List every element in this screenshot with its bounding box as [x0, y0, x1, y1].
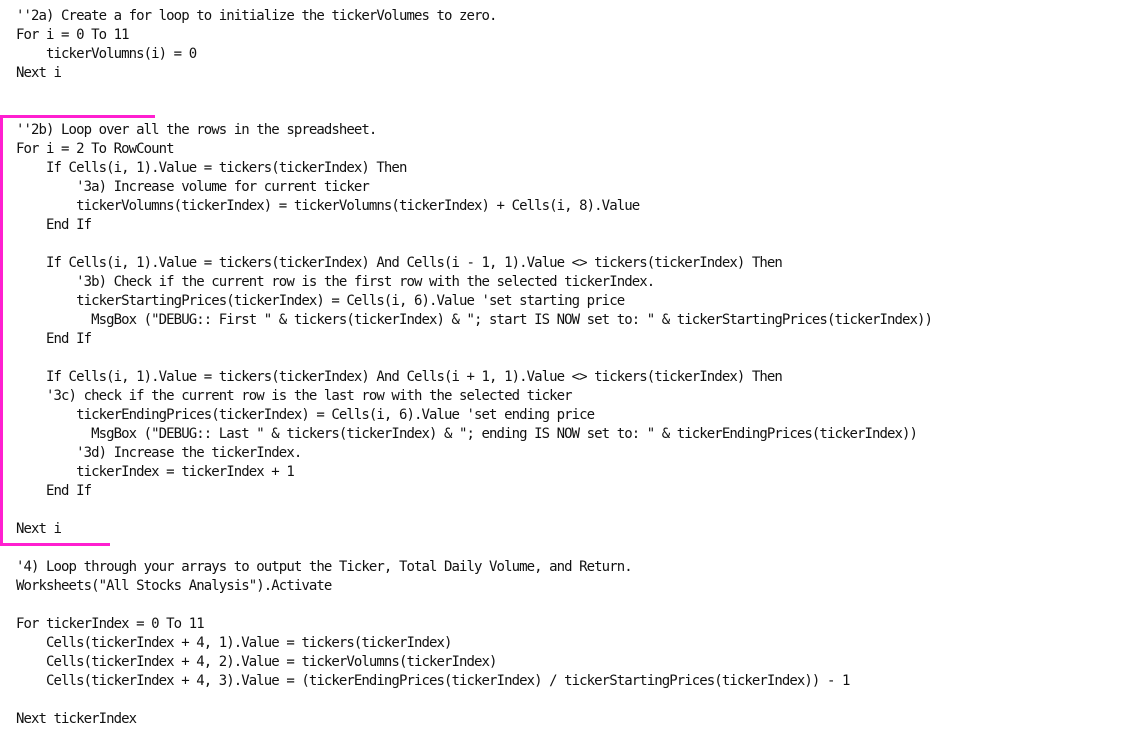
code-line: ''2b) Loop over all the rows in the spre… — [16, 122, 377, 138]
code-editor: ''2a) Create a for loop to initialize th… — [16, 7, 933, 729]
code-line: Next i — [16, 65, 62, 81]
code-line: Cells(tickerIndex + 4, 2).Value = ticker… — [16, 654, 497, 670]
code-line: Cells(tickerIndex + 4, 3).Value = (ticke… — [16, 673, 850, 689]
code-line: tickerStartingPrices(tickerIndex) = Cell… — [16, 293, 625, 309]
code-line: Next tickerIndex — [16, 711, 137, 727]
code-line: MsgBox ("DEBUG:: First " & tickers(ticke… — [16, 312, 933, 328]
code-line: End If — [16, 483, 92, 499]
code-line: MsgBox ("DEBUG:: Last " & tickers(ticker… — [16, 426, 918, 442]
code-line: If Cells(i, 1).Value = tickers(tickerInd… — [16, 160, 407, 176]
code-line: Cells(tickerIndex + 4, 1).Value = ticker… — [16, 635, 452, 651]
code-line: For tickerIndex = 0 To 11 — [16, 616, 205, 632]
code-line: ''2a) Create a for loop to initialize th… — [16, 8, 497, 24]
code-line: '4) Loop through your arrays to output t… — [16, 559, 633, 575]
code-line: '3c) check if the current row is the las… — [16, 388, 573, 404]
highlight-bracket-left — [0, 115, 3, 546]
code-line: End If — [16, 217, 92, 233]
code-line: Worksheets("All Stocks Analysis").Activa… — [16, 578, 332, 594]
code-line: '3a) Increase volume for current ticker — [16, 179, 370, 195]
code-line: If Cells(i, 1).Value = tickers(tickerInd… — [16, 369, 783, 385]
code-line: For i = 0 To 11 — [16, 27, 130, 43]
code-line: '3b) Check if the current row is the fir… — [16, 274, 655, 290]
code-line: tickerVolumns(i) = 0 — [16, 46, 197, 62]
code-line: tickerEndingPrices(tickerIndex) = Cells(… — [16, 407, 595, 423]
code-line: '3d) Increase the tickerIndex. — [16, 445, 302, 461]
code-line: If Cells(i, 1).Value = tickers(tickerInd… — [16, 255, 783, 271]
code-line: End If — [16, 331, 92, 347]
code-line: tickerIndex = tickerIndex + 1 — [16, 464, 295, 480]
code-line: For i = 2 To RowCount — [16, 141, 175, 157]
code-line: tickerVolumns(tickerIndex) = tickerVolum… — [16, 198, 640, 214]
code-line: Next i — [16, 521, 62, 537]
